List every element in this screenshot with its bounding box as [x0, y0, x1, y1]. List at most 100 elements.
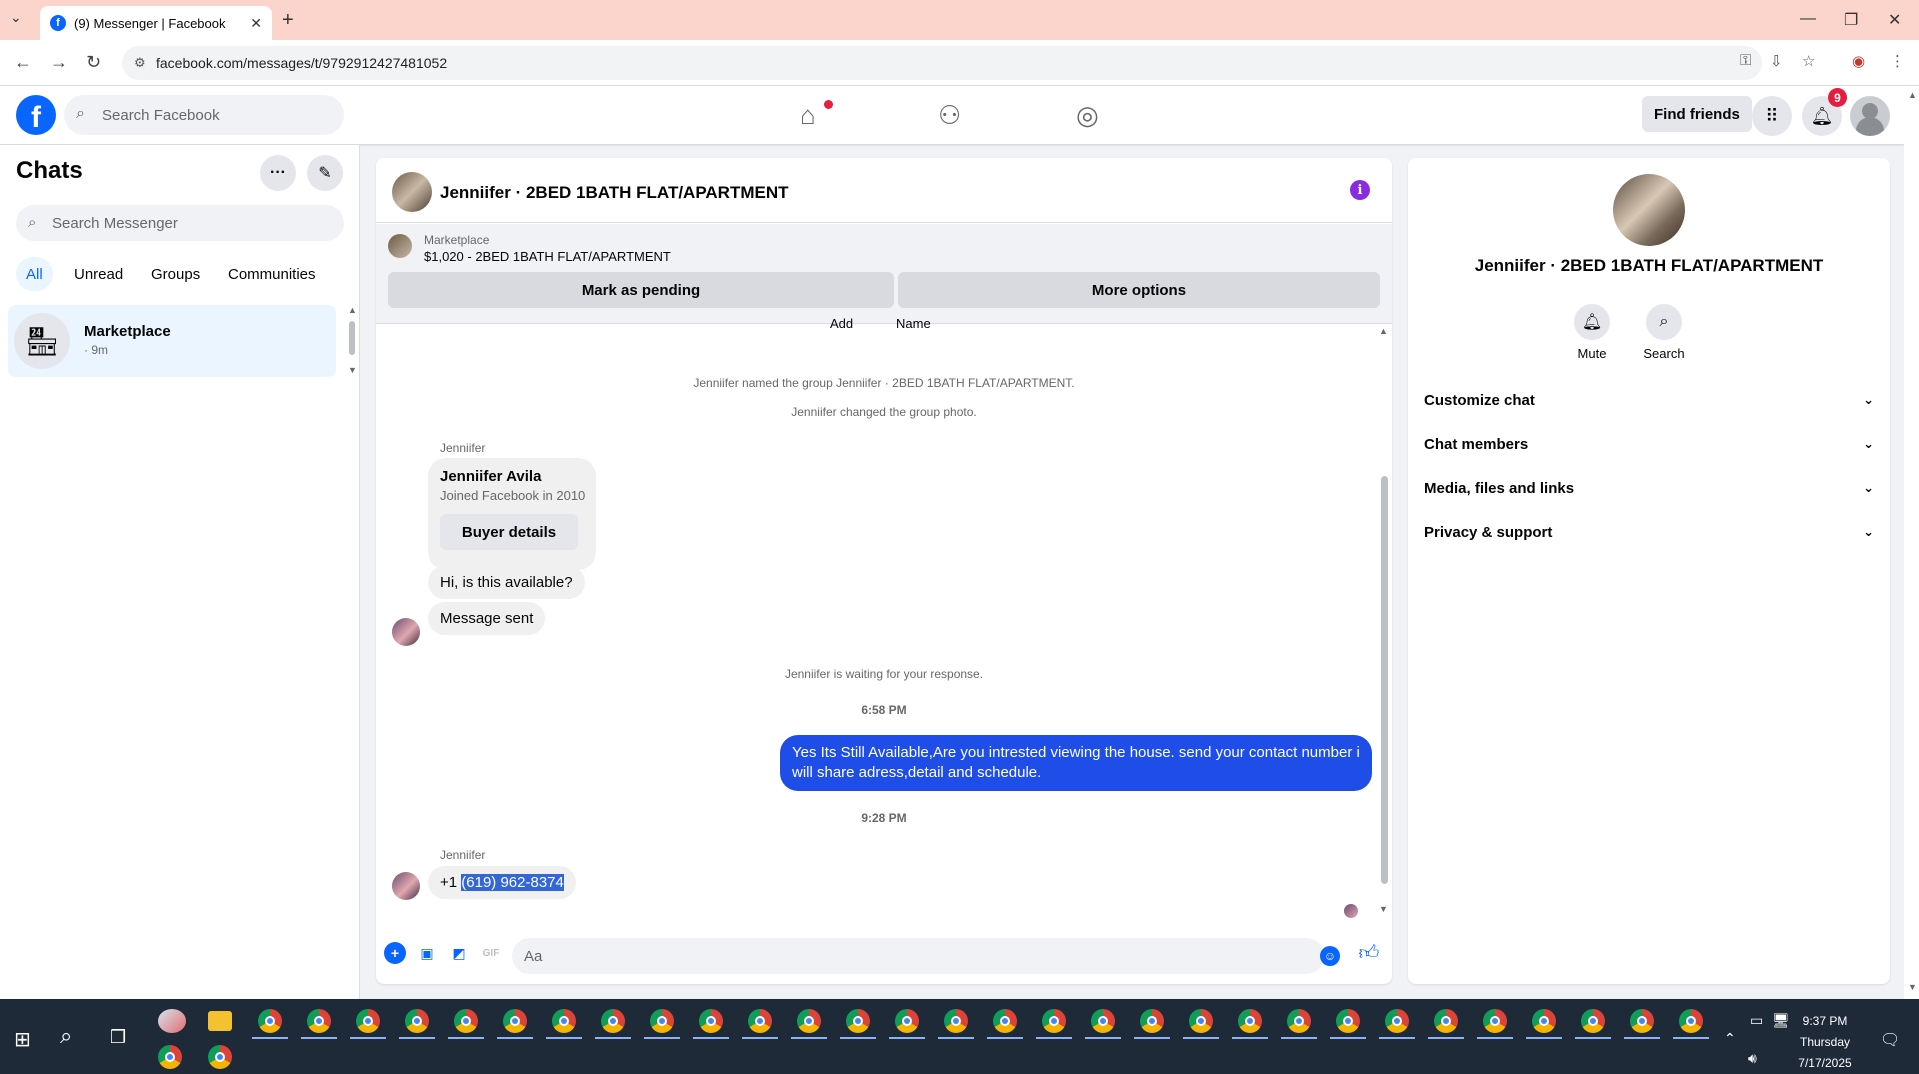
mute-button[interactable]: 🔔︎ Mute — [1552, 304, 1632, 361]
scroll-down-icon[interactable]: ▼ — [348, 365, 357, 375]
home-icon[interactable]: ⌂ — [800, 100, 816, 131]
conversation-scroll-thumb[interactable] — [1381, 476, 1388, 884]
tab-search-chevron-icon[interactable]: ⌄ — [10, 9, 22, 26]
messenger-search-input[interactable]: ⌕ Search Messenger — [16, 205, 344, 241]
file-explorer-icon[interactable] — [208, 1011, 232, 1031]
section-media-files-links[interactable]: Media, files and links ⌄ — [1424, 472, 1874, 504]
more-options-button[interactable]: More options — [898, 272, 1380, 308]
close-window-icon[interactable]: ✕ — [1888, 10, 1901, 30]
chat-list-item[interactable]: 🏪︎ Marketplace · 9m — [8, 305, 336, 377]
menu-grid-icon[interactable]: ⠿ — [1752, 96, 1792, 136]
scroll-up-icon[interactable]: ▲ — [1908, 90, 1917, 100]
browser-tab-messenger[interactable]: f (9) Messenger | Facebook ✕ — [40, 6, 272, 40]
mark-as-pending-button[interactable]: Mark as pending — [388, 272, 894, 308]
address-bar[interactable]: ⚙ facebook.com/messages/t/97929124274810… — [122, 46, 1762, 80]
action-center-icon[interactable]: 🗨︎ — [1880, 1030, 1900, 1050]
chrome-window-icon[interactable] — [993, 1009, 1017, 1033]
group-photo-large[interactable] — [1613, 174, 1685, 246]
chrome-window-icon[interactable] — [356, 1009, 380, 1033]
chrome-window-icon[interactable] — [601, 1009, 625, 1033]
conversation-scrollbar[interactable]: ▲ ▼ — [1378, 326, 1390, 916]
close-tab-icon[interactable]: ✕ — [250, 15, 262, 32]
phone-number-selected[interactable]: (619) 962-8374 — [461, 874, 564, 891]
restore-icon[interactable]: ❐ — [1844, 10, 1858, 30]
page-scrollbar[interactable]: ▲ ▼ — [1904, 86, 1919, 999]
chat-list-scroll-thumb[interactable] — [349, 321, 355, 355]
meet-now-icon[interactable]: ▭ — [1750, 1012, 1763, 1029]
search-conversation-button[interactable]: ⌕ Search — [1624, 304, 1704, 361]
thumbs-up-icon[interactable]: 👍︎ — [1358, 942, 1380, 964]
taskbar-search-icon[interactable]: ⌕ — [60, 1023, 72, 1049]
chrome-window-icon[interactable] — [1385, 1009, 1409, 1033]
windows-start-icon[interactable]: ⊞ — [14, 1027, 31, 1052]
install-app-icon[interactable]: ⇩ — [1770, 52, 1783, 70]
buyer-details-button[interactable]: Buyer details — [440, 514, 578, 550]
partial-label-add[interactable]: Add — [830, 316, 853, 331]
chrome-window-icon[interactable] — [552, 1009, 576, 1033]
reload-icon[interactable]: ↻ — [86, 52, 101, 73]
show-hidden-icons-icon[interactable]: ⌃ — [1724, 1030, 1736, 1047]
chrome-window-icon[interactable] — [797, 1009, 821, 1033]
scroll-down-icon[interactable]: ▼ — [1379, 904, 1388, 914]
back-icon[interactable]: ← — [14, 52, 32, 73]
chrome-window-icon[interactable] — [454, 1009, 478, 1033]
incoming-phone-message[interactable]: +1 (619) 962-8374 — [428, 866, 576, 899]
chrome-window-icon[interactable] — [699, 1009, 723, 1033]
section-chat-members[interactable]: Chat members ⌄ — [1424, 428, 1874, 460]
chrome-window-icon[interactable] — [1238, 1009, 1262, 1033]
conversation-info-icon[interactable]: i — [1350, 180, 1370, 200]
scroll-up-icon[interactable]: ▲ — [1379, 326, 1388, 336]
emoji-icon[interactable]: ☺ — [1320, 946, 1340, 966]
friends-icon[interactable]: ⚇ — [938, 100, 961, 131]
gif-icon[interactable]: GIF — [480, 942, 502, 964]
profile-icon[interactable]: ◉ — [1852, 52, 1865, 70]
incoming-message[interactable]: Hi, is this available? — [428, 566, 585, 599]
new-tab-icon[interactable]: + — [282, 9, 294, 32]
group-photo[interactable] — [392, 172, 432, 212]
chrome-window-icon[interactable] — [1434, 1009, 1458, 1033]
facebook-logo-icon[interactable]: f — [16, 95, 56, 135]
chrome-window-icon[interactable] — [748, 1009, 772, 1033]
minimize-icon[interactable]: — — [1800, 10, 1816, 28]
more-actions-plus-icon[interactable]: + — [384, 942, 406, 964]
chrome-window-icon[interactable] — [1287, 1009, 1311, 1033]
chrome-window-icon[interactable] — [258, 1009, 282, 1033]
chrome-window-icon[interactable] — [846, 1009, 870, 1033]
outgoing-message[interactable]: Yes Its Still Available,Are you intreste… — [780, 735, 1372, 791]
chrome-window-icon[interactable] — [1336, 1009, 1360, 1033]
partial-label-name[interactable]: Name — [896, 316, 931, 331]
chrome-window-icon[interactable] — [158, 1045, 182, 1069]
volume-icon[interactable]: 🔊︎ — [1748, 1050, 1757, 1067]
taskbar-app-icon[interactable] — [158, 1009, 186, 1033]
chrome-window-icon[interactable] — [208, 1045, 232, 1069]
chrome-window-icon[interactable] — [1630, 1009, 1654, 1033]
chrome-window-icon[interactable] — [1091, 1009, 1115, 1033]
groups-icon[interactable]: ◎ — [1076, 100, 1099, 131]
sender-avatar[interactable] — [392, 618, 420, 646]
scroll-up-icon[interactable]: ▲ — [348, 305, 357, 315]
task-view-icon[interactable]: ❒ — [110, 1027, 126, 1048]
sender-avatar[interactable] — [392, 872, 420, 900]
browser-menu-icon[interactable]: ⋮ — [1890, 52, 1905, 70]
chrome-window-icon[interactable] — [1581, 1009, 1605, 1033]
message-input[interactable]: Aa — [512, 938, 1324, 974]
chrome-window-icon[interactable] — [405, 1009, 429, 1033]
chrome-window-icon[interactable] — [1483, 1009, 1507, 1033]
network-icon[interactable]: 🖥︎ — [1772, 1012, 1790, 1029]
forward-icon[interactable]: → — [50, 52, 68, 73]
chrome-window-icon[interactable] — [1042, 1009, 1066, 1033]
section-customize-chat[interactable]: Customize chat ⌄ — [1424, 384, 1874, 416]
listing-thumbnail[interactable] — [388, 234, 412, 258]
conversation-title[interactable]: Jenniifer · 2BED 1BATH FLAT/APARTMENT — [440, 183, 789, 203]
bookmark-star-icon[interactable]: ☆ — [1802, 52, 1815, 70]
chrome-window-icon[interactable] — [1140, 1009, 1164, 1033]
account-avatar[interactable] — [1850, 96, 1890, 136]
sticker-icon[interactable]: ◩ — [448, 942, 470, 964]
system-clock[interactable]: 9:37 PM Thursday 7/17/2025 — [1780, 1011, 1870, 1074]
filter-groups[interactable]: Groups — [141, 257, 210, 291]
filter-all[interactable]: All — [16, 257, 53, 291]
site-info-icon[interactable]: ⚙ — [134, 55, 146, 71]
filter-unread[interactable]: Unread — [64, 257, 133, 291]
chrome-window-icon[interactable] — [307, 1009, 331, 1033]
scroll-down-icon[interactable]: ▼ — [1908, 982, 1917, 992]
